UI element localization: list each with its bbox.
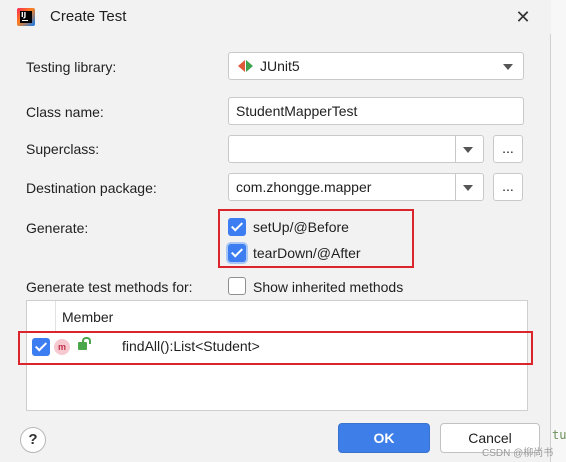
chevron-down-icon — [503, 64, 513, 70]
teardown-after-label: tearDown/@After — [253, 245, 361, 261]
title-bar: IJ Create Test ✕ — [0, 0, 551, 34]
testing-library-label: Testing library: — [26, 59, 117, 75]
watermark: CSDN @柳尚书 — [482, 448, 554, 459]
member-column-header: Member — [62, 309, 114, 325]
junit5-icon — [238, 60, 254, 72]
editor-background-strip — [551, 0, 566, 462]
members-table-header: Member — [27, 301, 527, 332]
chevron-down-icon — [463, 185, 473, 191]
setup-before-label: setUp/@Before — [253, 219, 349, 235]
superclass-label: Superclass: — [26, 141, 100, 157]
create-test-dialog: IJ Create Test ✕ Testing library: JUnit5… — [0, 0, 551, 462]
setup-before-checkbox[interactable] — [228, 218, 246, 236]
superclass-browse-button[interactable]: ... — [493, 135, 523, 163]
dialog-title: Create Test — [50, 8, 127, 25]
show-inherited-label: Show inherited methods — [253, 279, 404, 295]
generate-label: Generate: — [26, 220, 89, 236]
help-button[interactable]: ? — [20, 427, 46, 453]
intellij-app-icon: IJ — [17, 8, 35, 26]
ok-button[interactable]: OK — [338, 423, 430, 453]
chevron-down-icon — [463, 147, 473, 153]
destination-package-dropdown[interactable]: com.zhongge.mapper — [228, 173, 484, 201]
destination-package-label: Destination package: — [26, 180, 157, 196]
destination-package-value: com.zhongge.mapper — [236, 179, 372, 195]
teardown-after-checkbox[interactable] — [228, 244, 246, 262]
superclass-dropdown[interactable] — [228, 135, 484, 163]
testing-library-value: JUnit5 — [260, 58, 300, 74]
editor-background-text: tu — [552, 428, 566, 442]
testing-library-dropdown[interactable]: JUnit5 — [228, 52, 524, 80]
destination-package-browse-button[interactable]: ... — [493, 173, 523, 201]
highlight-box-member — [18, 331, 533, 365]
generate-methods-label: Generate test methods for: — [26, 279, 193, 295]
class-name-field[interactable]: StudentMapperTest — [228, 97, 524, 125]
close-icon[interactable]: ✕ — [512, 6, 534, 28]
show-inherited-checkbox[interactable] — [228, 277, 246, 295]
class-name-label: Class name: — [26, 104, 104, 120]
class-name-value: StudentMapperTest — [236, 103, 358, 119]
